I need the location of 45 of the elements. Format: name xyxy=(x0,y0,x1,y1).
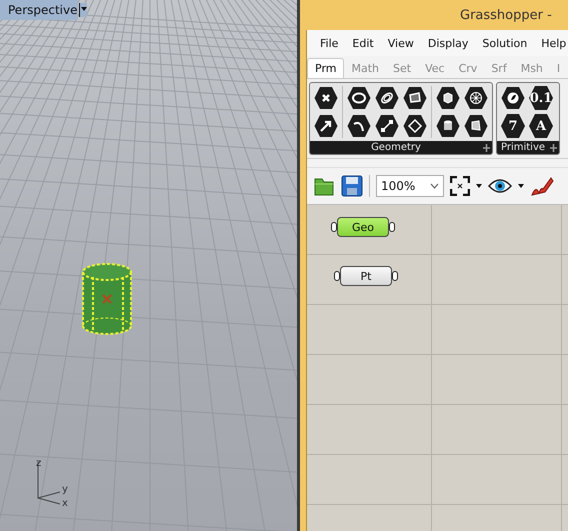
parameter-component[interactable]: Geo xyxy=(337,217,389,237)
component-button[interactable]: 0.1 xyxy=(529,86,553,110)
menu-item[interactable]: Display xyxy=(420,36,476,50)
viewport-title-tab[interactable]: Perspective xyxy=(0,0,78,20)
component-icon[interactable] xyxy=(314,86,338,110)
component-icon[interactable] xyxy=(403,114,427,138)
eye-icon[interactable] xyxy=(488,178,512,194)
port-knob xyxy=(334,271,340,281)
component-icon[interactable] xyxy=(347,86,371,110)
component-icon[interactable] xyxy=(464,114,488,138)
zoom-dropdown[interactable]: 100% xyxy=(376,175,444,197)
window-title: Grasshopper - xyxy=(459,8,552,22)
component-icon[interactable] xyxy=(314,114,338,138)
parameter-component[interactable]: Pt xyxy=(340,266,392,286)
axis-label: z xyxy=(36,458,42,469)
caret-icon[interactable] xyxy=(476,184,482,188)
port-knob xyxy=(389,222,395,232)
component-icon[interactable] xyxy=(347,114,371,138)
axis-label: x xyxy=(62,498,68,506)
caret-icon[interactable] xyxy=(79,3,87,17)
menu-item[interactable]: View xyxy=(380,36,421,50)
component-icon[interactable] xyxy=(501,86,525,110)
component-button[interactable]: 7 xyxy=(501,114,525,138)
panel-label: Primitive xyxy=(501,142,546,153)
menu-item[interactable]: Solution xyxy=(475,36,534,50)
component-button[interactable]: A xyxy=(529,114,553,138)
component-icon[interactable] xyxy=(403,86,427,110)
save-icon[interactable] xyxy=(341,175,363,197)
port-knob xyxy=(392,271,398,281)
chevron-down-icon xyxy=(430,183,439,189)
zoom-extents-icon[interactable] xyxy=(450,176,470,196)
panel-label: Geometry xyxy=(371,142,421,153)
menu-item[interactable]: Edit xyxy=(345,36,381,50)
axis-label: y xyxy=(62,484,68,495)
port-knob xyxy=(331,222,337,232)
tab[interactable]: Prm xyxy=(307,58,344,78)
menu-item[interactable]: Help xyxy=(534,36,568,50)
caret-icon[interactable] xyxy=(518,184,524,188)
component-icon[interactable] xyxy=(436,86,460,110)
menu-item[interactable]: File xyxy=(313,36,346,50)
component-icon[interactable] xyxy=(436,114,460,138)
component-icon[interactable] xyxy=(464,86,488,110)
component-icon[interactable] xyxy=(375,114,399,138)
sketch-pen-icon[interactable] xyxy=(530,175,554,197)
component-icon[interactable] xyxy=(375,86,399,110)
